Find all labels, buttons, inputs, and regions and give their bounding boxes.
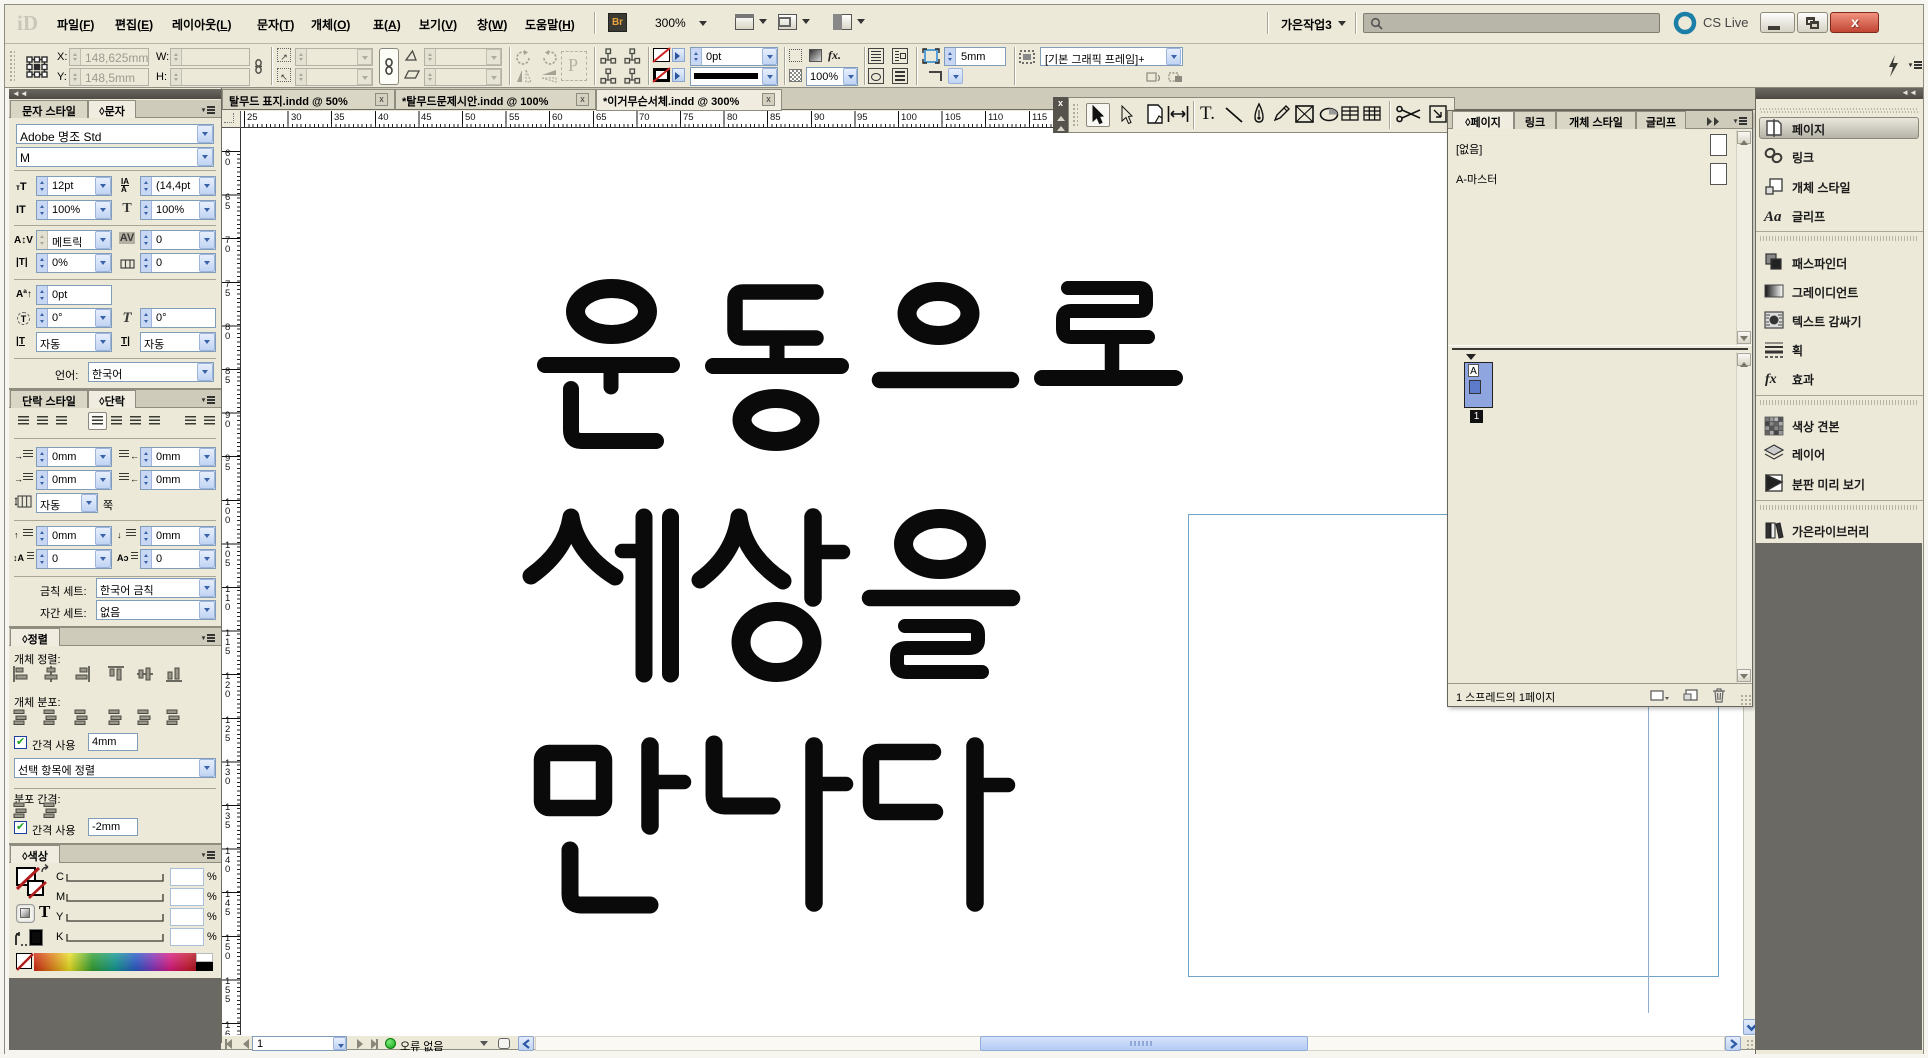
svg-text:fx: fx <box>1765 372 1777 387</box>
svg-text:Aa: Aa <box>1763 209 1782 225</box>
